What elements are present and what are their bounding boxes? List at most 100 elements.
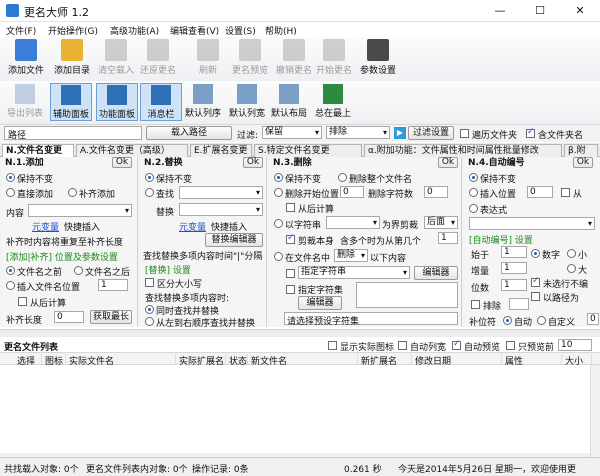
menu-start[interactable]: 开始操作(G)	[48, 24, 98, 37]
add-content-input[interactable]	[28, 204, 132, 217]
filter-mode-select[interactable]: 保留	[262, 126, 322, 139]
vertical-scrollbar[interactable]	[590, 365, 600, 457]
pad-length-stepper[interactable]: 0	[54, 311, 84, 323]
number-expr-radio[interactable]	[469, 204, 478, 213]
toolbar-button-4[interactable]: 刷新	[186, 39, 230, 76]
view-button-7[interactable]: 总在最上	[312, 83, 354, 121]
auto-width-checkbox[interactable]	[398, 341, 407, 350]
delete-in-name-radio[interactable]	[274, 252, 283, 261]
exclude-checkbox[interactable]	[471, 300, 480, 309]
specified-string-checkbox[interactable]	[286, 269, 295, 278]
panel-delete-ok[interactable]: Ok	[438, 157, 458, 168]
step-stepper[interactable]: 1	[501, 262, 527, 274]
col-new-ext[interactable]: 新扩展名	[358, 354, 412, 367]
col-size[interactable]: 大小	[562, 354, 592, 367]
exclude-input[interactable]	[509, 298, 529, 310]
toolbar-button-0[interactable]: 添加文件	[4, 39, 48, 76]
fill-custom-radio[interactable]	[537, 316, 546, 325]
tab-attributes[interactable]: α.附加功能：文件属性和时间属性批量修改	[364, 144, 562, 157]
start-stepper[interactable]: 1	[501, 246, 527, 258]
multi-sequential-radio[interactable]	[145, 317, 154, 326]
splitter[interactable]	[0, 329, 600, 337]
tab-specific[interactable]: S.特定文件名变更	[254, 144, 362, 157]
toolbar-button-6[interactable]: 撤销更名	[272, 39, 316, 76]
view-button-3[interactable]: 消息栏	[140, 83, 182, 121]
menu-settings[interactable]: 设置(S)	[225, 24, 256, 37]
menu-view[interactable]: 编辑查看(V)	[170, 24, 219, 37]
path-input[interactable]: 路径	[4, 126, 142, 141]
multi-simultaneous-radio[interactable]	[145, 305, 154, 314]
col-attributes[interactable]: 属性	[502, 354, 562, 367]
pos-insert-radio[interactable]	[6, 281, 15, 290]
delete-count-stepper[interactable]: 0	[424, 186, 448, 198]
fill-custom-input[interactable]: 0	[587, 313, 599, 325]
skip-unselected-checkbox[interactable]	[531, 276, 540, 287]
replace-input[interactable]	[179, 203, 263, 216]
toolbar-button-2[interactable]: 清空载入	[94, 39, 138, 76]
view-button-1[interactable]: 辅助面板	[50, 83, 92, 121]
case-sensitive-checkbox[interactable]	[145, 278, 154, 287]
col-select[interactable]: 选择	[14, 354, 42, 367]
view-button-6[interactable]: 默认布局	[268, 83, 310, 121]
delete-start-radio[interactable]	[274, 188, 283, 197]
delete-fromend-checkbox[interactable]	[286, 203, 295, 212]
delete-start-stepper[interactable]: 0	[340, 186, 364, 198]
pos-before-radio[interactable]	[6, 266, 15, 275]
auto-preview-checkbox[interactable]	[452, 339, 461, 350]
delete-all-radio[interactable]	[338, 173, 347, 182]
panel-replace-ok[interactable]: Ok	[243, 157, 263, 168]
col-real-ext[interactable]: 实际扩展名	[176, 354, 226, 367]
view-button-4[interactable]: 默认列序	[182, 83, 224, 121]
charset-editor-button[interactable]: 编辑器	[298, 296, 342, 310]
specified-charset-checkbox[interactable]	[286, 285, 295, 294]
delete-string-input[interactable]	[326, 216, 380, 229]
menu-file[interactable]: 文件(F)	[6, 24, 36, 37]
tab-extension[interactable]: E.扩展名变更	[190, 144, 252, 157]
col-status[interactable]: 状态	[226, 354, 248, 367]
col-new-name[interactable]: 新文件名	[248, 354, 358, 367]
cut-self-checkbox[interactable]	[286, 233, 295, 244]
pos-insert-stepper[interactable]: 1	[98, 279, 128, 291]
contain-stepper[interactable]: 1	[438, 232, 458, 244]
number-insert-radio[interactable]	[469, 188, 478, 197]
pos-after-radio[interactable]	[74, 266, 83, 275]
recurse-checkbox[interactable]	[460, 129, 469, 138]
replace-var-link[interactable]: 元变量	[179, 220, 206, 233]
toolbar-button-3[interactable]: 还原更名	[136, 39, 180, 76]
get-max-button[interactable]: 获取最长	[90, 310, 132, 324]
add-fromend-checkbox[interactable]	[18, 297, 27, 306]
view-button-0[interactable]: 导出列表	[4, 83, 46, 121]
toolbar-button-5[interactable]: 更名预览	[228, 39, 272, 76]
delete-string-radio[interactable]	[274, 219, 283, 228]
toolbar-button-8[interactable]: 参数设置	[356, 39, 400, 76]
preview-count-input[interactable]: 10	[558, 339, 592, 351]
col-modified[interactable]: 修改日期	[412, 354, 502, 367]
view-button-5[interactable]: 默认列宽	[226, 83, 268, 121]
col-real-name[interactable]: 实际文件名	[66, 354, 176, 367]
digits-stepper[interactable]: 1	[501, 279, 527, 291]
replace-find-radio[interactable]	[145, 188, 154, 197]
play-icon[interactable]: ▶	[394, 127, 406, 139]
panel-add-ok[interactable]: Ok	[112, 157, 132, 168]
panel-number-ok[interactable]: Ok	[573, 157, 593, 168]
filter-settings-button[interactable]: 过滤设置	[408, 126, 454, 140]
add-direct-radio[interactable]	[6, 188, 15, 197]
tab-filename-advanced[interactable]: A.文件名变更（高级）	[76, 144, 188, 157]
show-icon-checkbox[interactable]	[328, 341, 337, 350]
add-var-link[interactable]: 元变量	[32, 220, 59, 233]
maximize-button[interactable]: ☐	[520, 0, 560, 22]
number-insert-stepper[interactable]: 0	[527, 186, 553, 198]
specified-string-input[interactable]: 指定字符串	[298, 266, 410, 279]
add-keep-radio[interactable]	[6, 173, 15, 182]
close-button[interactable]: ✕	[560, 0, 600, 22]
add-quick-label[interactable]: 快捷插入	[64, 220, 100, 233]
replace-quick-label[interactable]: 快捷插入	[211, 220, 247, 233]
replace-editor-button[interactable]: 替换编辑器	[205, 233, 263, 247]
tab-beta[interactable]: β.附	[564, 144, 598, 157]
fill-auto-radio[interactable]	[503, 316, 512, 325]
upper-radio[interactable]	[567, 264, 576, 273]
toolbar-button-1[interactable]: 添加目录	[50, 39, 94, 76]
lower-radio[interactable]	[567, 249, 576, 258]
number-from-checkbox[interactable]	[561, 188, 570, 197]
minimize-button[interactable]: —	[480, 0, 520, 22]
